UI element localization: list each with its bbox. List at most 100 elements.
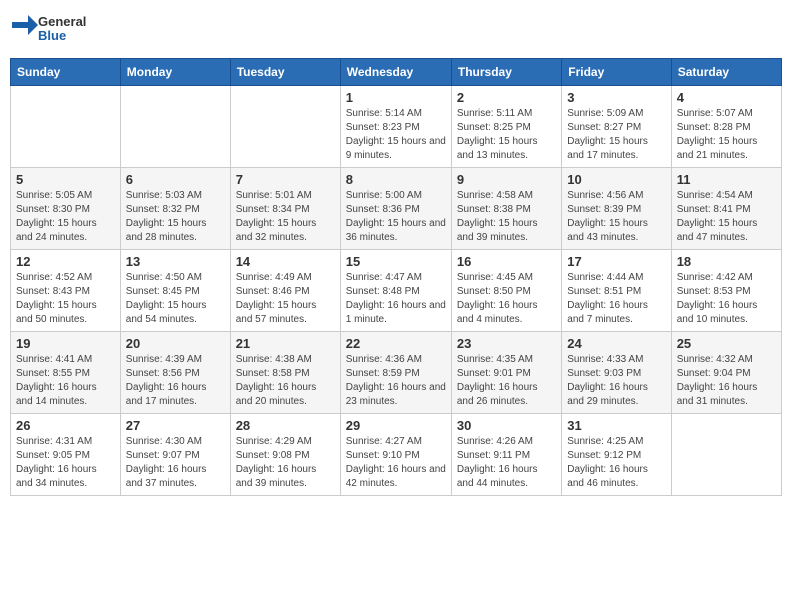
day-cell: 26Sunrise: 4:31 AMSunset: 9:05 PMDayligh…	[11, 414, 121, 496]
day-cell: 24 Sunrise: 4:33 AMSunset: 9:03 PMDayligh…	[562, 332, 671, 414]
day-number: 11	[677, 172, 776, 187]
day-info: Sunrise: 4:33 AMSunset: 9:03 PMDaylight:…	[567, 353, 665, 409]
day-cell	[671, 414, 781, 496]
page-header: GeneralBlue	[10, 10, 782, 50]
day-info: Sunrise: 4:26 AMSunset: 9:11 PMDaylight:…	[457, 435, 556, 491]
day-cell: 7 Sunrise: 5:01 AMSunset: 8:34 PMDaylight…	[230, 168, 340, 250]
day-number: 24	[567, 336, 665, 351]
day-info: Sunrise: 4:44 AMSunset: 8:51 PMDaylight:…	[567, 271, 665, 327]
day-info: Sunrise: 5:05 AMSunset: 8:30 PMDaylight:…	[16, 189, 115, 245]
day-cell: 12 Sunrise: 4:52 AMSunset: 8:43 PMDayligh…	[11, 250, 121, 332]
day-number: 5	[16, 172, 115, 187]
week-row-3: 12 Sunrise: 4:52 AMSunset: 8:43 PMDayligh…	[11, 250, 782, 332]
day-cell	[230, 86, 340, 168]
day-cell	[11, 86, 121, 168]
day-cell: 2 Sunrise: 5:11 AMSunset: 8:25 PMDaylight…	[451, 86, 561, 168]
day-info: Sunrise: 5:03 AMSunset: 8:32 PMDaylight:…	[126, 189, 225, 245]
day-cell: 3Sunrise: 5:09 AMSunset: 8:27 PMDaylight…	[562, 86, 671, 168]
day-info: Sunrise: 4:42 AMSunset: 8:53 PMDaylight:…	[677, 271, 776, 327]
week-row-2: 5 Sunrise: 5:05 AMSunset: 8:30 PMDaylight…	[11, 168, 782, 250]
day-number: 8	[346, 172, 446, 187]
header-wednesday: Wednesday	[340, 59, 451, 86]
day-info: Sunrise: 4:47 AMSunset: 8:48 PMDaylight:…	[346, 271, 446, 327]
header-monday: Monday	[120, 59, 230, 86]
day-cell: 21 Sunrise: 4:38 AMSunset: 8:58 PMDayligh…	[230, 332, 340, 414]
day-cell: 27 Sunrise: 4:30 AMSunset: 9:07 PMDayligh…	[120, 414, 230, 496]
day-number: 10	[567, 172, 665, 187]
day-cell: 14 Sunrise: 4:49 AMSunset: 8:46 PMDayligh…	[230, 250, 340, 332]
day-info: Sunrise: 4:35 AMSunset: 9:01 PMDaylight:…	[457, 353, 556, 409]
day-info: Sunrise: 5:01 AMSunset: 8:34 PMDaylight:…	[236, 189, 335, 245]
day-cell: 30 Sunrise: 4:26 AMSunset: 9:11 PMDayligh…	[451, 414, 561, 496]
day-number: 4	[677, 90, 776, 105]
day-cell: 23 Sunrise: 4:35 AMSunset: 9:01 PMDayligh…	[451, 332, 561, 414]
day-number: 17	[567, 254, 665, 269]
day-info: Sunrise: 4:50 AMSunset: 8:45 PMDaylight:…	[126, 271, 225, 327]
day-cell: 25Sunrise: 4:32 AMSunset: 9:04 PMDayligh…	[671, 332, 781, 414]
day-number: 6	[126, 172, 225, 187]
day-number: 9	[457, 172, 556, 187]
day-info: Sunrise: 4:36 AMSunset: 8:59 PMDaylight:…	[346, 353, 446, 409]
day-cell: 9 Sunrise: 4:58 AMSunset: 8:38 PMDaylight…	[451, 168, 561, 250]
day-number: 18	[677, 254, 776, 269]
day-cell: 31 Sunrise: 4:25 AMSunset: 9:12 PMDayligh…	[562, 414, 671, 496]
day-cell: 16 Sunrise: 4:45 AMSunset: 8:50 PMDayligh…	[451, 250, 561, 332]
day-number: 21	[236, 336, 335, 351]
day-number: 22	[346, 336, 446, 351]
day-cell: 17 Sunrise: 4:44 AMSunset: 8:51 PMDayligh…	[562, 250, 671, 332]
day-cell: 28Sunrise: 4:29 AMSunset: 9:08 PMDayligh…	[230, 414, 340, 496]
day-info: Sunrise: 4:54 AMSunset: 8:41 PMDaylight:…	[677, 189, 776, 245]
day-number: 28	[236, 418, 335, 433]
day-info: Sunrise: 4:30 AMSunset: 9:07 PMDaylight:…	[126, 435, 225, 491]
day-number: 2	[457, 90, 556, 105]
day-number: 31	[567, 418, 665, 433]
day-number: 1	[346, 90, 446, 105]
day-number: 12	[16, 254, 115, 269]
day-number: 25	[677, 336, 776, 351]
calendar-table: SundayMondayTuesdayWednesdayThursdayFrid…	[10, 58, 782, 496]
day-info: Sunrise: 4:25 AMSunset: 9:12 PMDaylight:…	[567, 435, 665, 491]
day-cell: 13 Sunrise: 4:50 AMSunset: 8:45 PMDayligh…	[120, 250, 230, 332]
day-number: 7	[236, 172, 335, 187]
day-cell: 1Sunrise: 5:14 AMSunset: 8:23 PMDaylight…	[340, 86, 451, 168]
day-info: Sunrise: 5:11 AMSunset: 8:25 PMDaylight:…	[457, 107, 556, 163]
header-saturday: Saturday	[671, 59, 781, 86]
day-info: Sunrise: 4:27 AMSunset: 9:10 PMDaylight:…	[346, 435, 446, 491]
logo: GeneralBlue	[10, 10, 90, 50]
header-friday: Friday	[562, 59, 671, 86]
day-number: 27	[126, 418, 225, 433]
day-info: Sunrise: 4:56 AMSunset: 8:39 PMDaylight:…	[567, 189, 665, 245]
logo-svg: GeneralBlue	[10, 10, 90, 50]
day-cell: 19 Sunrise: 4:41 AMSunset: 8:55 PMDayligh…	[11, 332, 121, 414]
day-number: 30	[457, 418, 556, 433]
day-info: Sunrise: 4:45 AMSunset: 8:50 PMDaylight:…	[457, 271, 556, 327]
day-cell: 10 Sunrise: 4:56 AMSunset: 8:39 PMDayligh…	[562, 168, 671, 250]
day-cell: 22 Sunrise: 4:36 AMSunset: 8:59 PMDayligh…	[340, 332, 451, 414]
day-number: 16	[457, 254, 556, 269]
day-info: Sunrise: 4:38 AMSunset: 8:58 PMDaylight:…	[236, 353, 335, 409]
day-number: 20	[126, 336, 225, 351]
day-number: 29	[346, 418, 446, 433]
day-cell: 5 Sunrise: 5:05 AMSunset: 8:30 PMDaylight…	[11, 168, 121, 250]
day-info: Sunrise: 4:39 AMSunset: 8:56 PMDaylight:…	[126, 353, 225, 409]
day-info: Sunrise: 4:49 AMSunset: 8:46 PMDaylight:…	[236, 271, 335, 327]
day-cell: 20 Sunrise: 4:39 AMSunset: 8:56 PMDayligh…	[120, 332, 230, 414]
day-info: Sunrise: 4:41 AMSunset: 8:55 PMDaylight:…	[16, 353, 115, 409]
day-number: 23	[457, 336, 556, 351]
day-cell: 15 Sunrise: 4:47 AMSunset: 8:48 PMDayligh…	[340, 250, 451, 332]
day-cell: 18 Sunrise: 4:42 AMSunset: 8:53 PMDayligh…	[671, 250, 781, 332]
header-sunday: Sunday	[11, 59, 121, 86]
day-info: Sunrise: 4:31 AMSunset: 9:05 PMDaylight:…	[16, 435, 115, 491]
day-number: 19	[16, 336, 115, 351]
day-info: Sunrise: 4:58 AMSunset: 8:38 PMDaylight:…	[457, 189, 556, 245]
day-cell: 8Sunrise: 5:00 AMSunset: 8:36 PMDaylight…	[340, 168, 451, 250]
day-info: Sunrise: 5:07 AMSunset: 8:28 PMDaylight:…	[677, 107, 776, 163]
day-cell	[120, 86, 230, 168]
day-number: 14	[236, 254, 335, 269]
day-info: Sunrise: 5:09 AMSunset: 8:27 PMDaylight:…	[567, 107, 665, 163]
day-info: Sunrise: 4:52 AMSunset: 8:43 PMDaylight:…	[16, 271, 115, 327]
calendar-header-row: SundayMondayTuesdayWednesdayThursdayFrid…	[11, 59, 782, 86]
day-cell: 29 Sunrise: 4:27 AMSunset: 9:10 PMDayligh…	[340, 414, 451, 496]
day-number: 15	[346, 254, 446, 269]
day-number: 13	[126, 254, 225, 269]
